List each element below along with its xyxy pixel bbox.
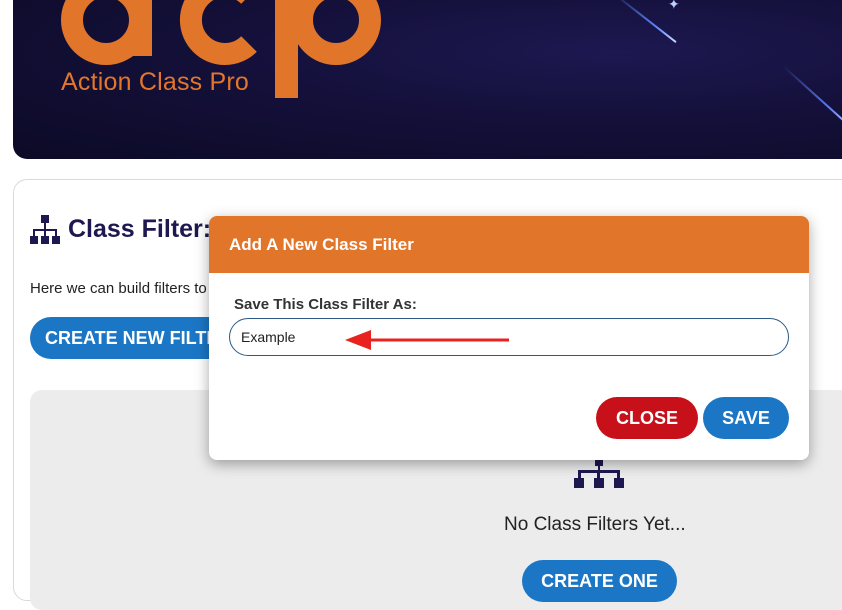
close-button[interactable]: CLOSE	[596, 397, 698, 439]
sparkle-icon: ✦	[668, 0, 680, 12]
sitemap-icon	[30, 215, 60, 244]
add-class-filter-modal: Add A New Class Filter Save This Class F…	[209, 216, 809, 460]
header-banner: Action Class Pro ✦	[13, 0, 842, 159]
create-one-button[interactable]: CREATE ONE	[522, 560, 677, 602]
save-button[interactable]: SAVE	[703, 397, 789, 439]
page-title: Class Filter:	[68, 214, 212, 243]
red-arrow-icon	[345, 330, 509, 350]
shooting-star	[782, 65, 842, 131]
filter-name-label: Save This Class Filter As:	[234, 296, 417, 313]
section-heading: Class Filter:	[30, 214, 211, 244]
modal-title: Add A New Class Filter	[209, 216, 809, 273]
sitemap-icon	[574, 458, 624, 488]
empty-state-message: No Class Filters Yet...	[504, 514, 686, 535]
brand-name: Action Class Pro	[61, 68, 249, 96]
section-description: Here we can build filters to	[30, 280, 207, 297]
